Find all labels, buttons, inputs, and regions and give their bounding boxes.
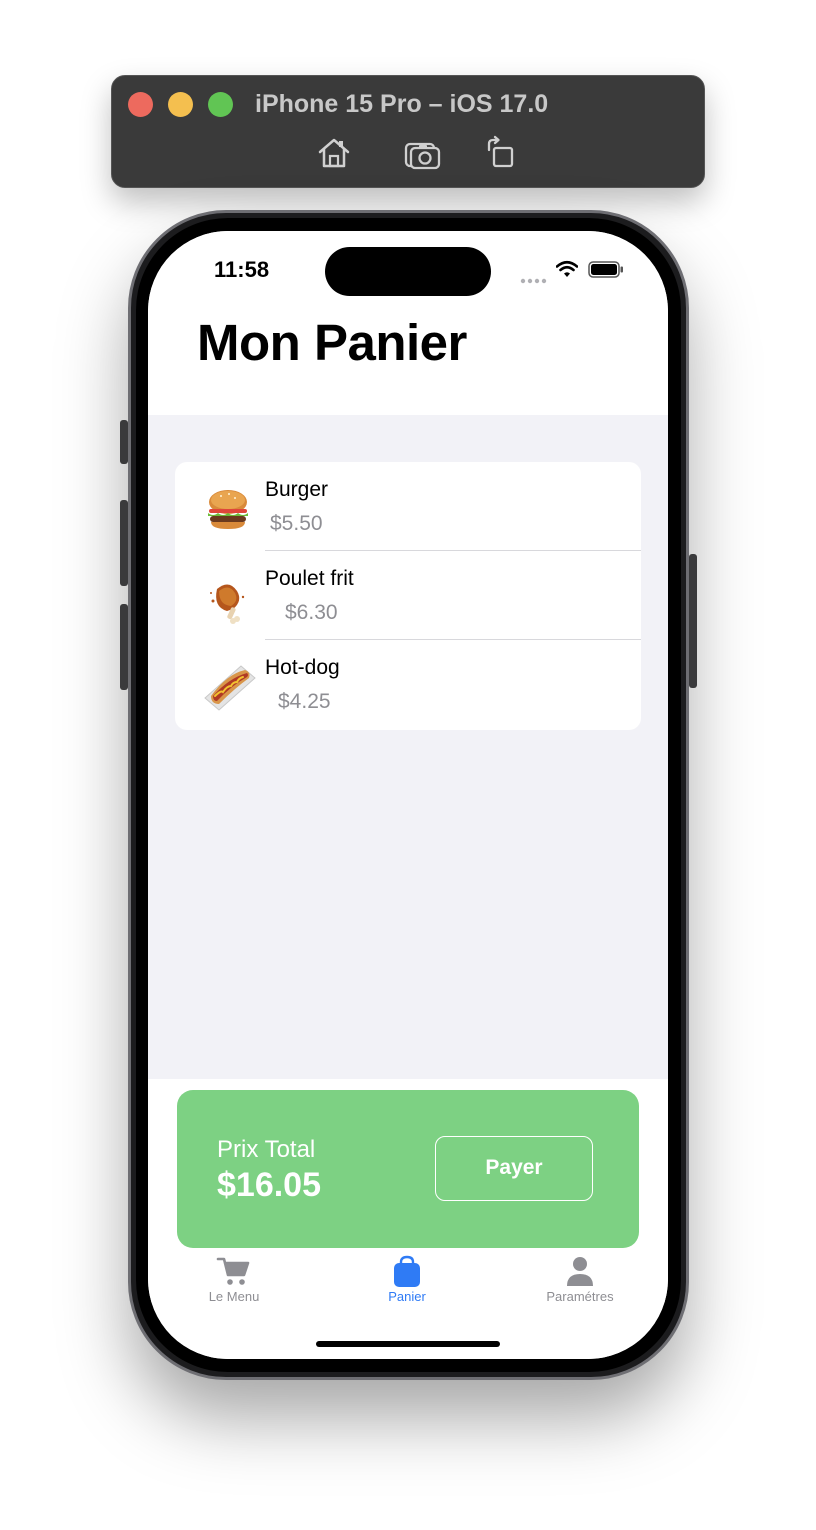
- item-price: $6.30: [285, 601, 338, 624]
- tab-label: Le Menu: [208, 1289, 260, 1304]
- tab-panier[interactable]: Panier: [347, 1255, 467, 1315]
- bottom-area: Prix Total $16.05 Payer Le Menu Panier P…: [148, 1079, 668, 1359]
- screenshot-icon[interactable]: [402, 134, 442, 172]
- item-price: $5.50: [270, 512, 323, 535]
- simulator-title: iPhone 15 Pro – iOS 17.0: [255, 90, 549, 118]
- power-button[interactable]: [689, 554, 697, 688]
- tab-label: Panier: [388, 1289, 426, 1304]
- tab-label: Paramétres: [546, 1289, 614, 1304]
- phone-screen: 11:58 Mon Panier Burger $5.50 Poulet fri…: [148, 231, 668, 1359]
- total-card: Prix Total $16.05 Payer: [177, 1090, 639, 1248]
- item-name: Burger: [265, 478, 329, 501]
- list-item[interactable]: Hot-dog $4.25: [175, 640, 641, 729]
- home-icon[interactable]: [314, 134, 354, 172]
- fried-chicken-image: [199, 571, 257, 629]
- navigation-header: 11:58 Mon Panier: [148, 231, 668, 415]
- rotate-icon[interactable]: [482, 134, 522, 172]
- list-item[interactable]: Poulet frit $6.30: [175, 551, 641, 640]
- zoom-window-button[interactable]: [208, 92, 233, 117]
- cart-content[interactable]: Burger $5.50 Poulet frit $6.30 Hot-dog $…: [148, 415, 668, 1079]
- status-time: 11:58: [214, 257, 270, 282]
- list-item[interactable]: Burger $5.50: [175, 462, 641, 551]
- person-icon: [562, 1255, 598, 1287]
- close-window-button[interactable]: [128, 92, 153, 117]
- wifi-icon: [555, 260, 579, 278]
- cart-icon: [216, 1255, 252, 1287]
- hot-dog-image: [201, 658, 259, 716]
- volume-down-button[interactable]: [120, 604, 128, 690]
- item-name: Hot-dog: [265, 656, 340, 679]
- bag-icon: [389, 1255, 425, 1287]
- dynamic-island: [325, 247, 491, 296]
- tab-le-menu[interactable]: Le Menu: [174, 1255, 294, 1315]
- action-button[interactable]: [120, 420, 128, 464]
- total-label: Prix Total: [217, 1136, 316, 1163]
- tab-parametres[interactable]: Paramétres: [520, 1255, 640, 1315]
- cart-list: Burger $5.50 Poulet frit $6.30 Hot-dog $…: [175, 462, 641, 730]
- battery-icon: [588, 261, 624, 278]
- minimize-window-button[interactable]: [168, 92, 193, 117]
- home-indicator[interactable]: [316, 1341, 500, 1347]
- item-name: Poulet frit: [265, 567, 354, 590]
- page-title: Mon Panier: [197, 314, 467, 371]
- cellular-signal-icon: [520, 271, 548, 284]
- burger-image: [199, 482, 257, 540]
- pay-button[interactable]: Payer: [435, 1136, 593, 1201]
- item-price: $4.25: [278, 690, 331, 713]
- total-value: $16.05: [217, 1166, 321, 1204]
- volume-up-button[interactable]: [120, 500, 128, 586]
